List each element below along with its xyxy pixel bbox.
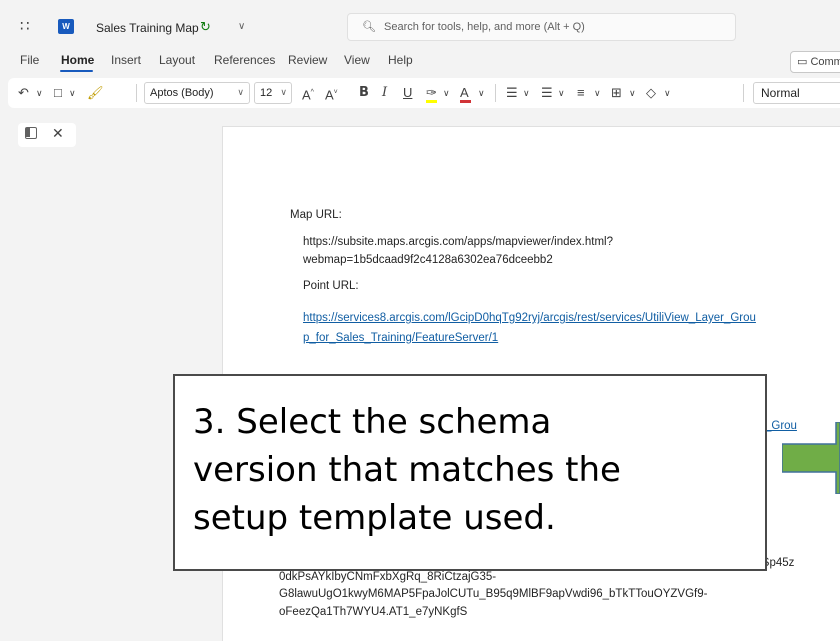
point-url-link-line-2[interactable]: p_for_Sales_Training/FeatureServer/1 bbox=[303, 329, 498, 347]
map-url-line-2: webmap=1b5dcaad9f2c4128a6302ea76dceebb2 bbox=[303, 254, 553, 266]
highlight-dropdown-icon[interactable]: ∨ bbox=[443, 84, 450, 102]
chevron-down-icon[interactable]: ∨ bbox=[238, 21, 245, 32]
close-icon[interactable]: ✕ bbox=[52, 125, 64, 142]
token-line-2: G8lawuUgO1kwyM6MAP5FpaJolCUTu_B95q9MlBF9… bbox=[279, 588, 708, 600]
token-line-3: oFeezQa1Th7WYU4.AT1_e7yNKgfS bbox=[279, 606, 468, 618]
active-tab-indicator bbox=[60, 70, 93, 72]
toolbar-divider bbox=[743, 84, 744, 102]
tab-home[interactable]: Home bbox=[61, 53, 94, 67]
instruction-line-1: 3. Select the schema bbox=[193, 402, 552, 442]
document-title[interactable]: Sales Training Map bbox=[96, 21, 199, 35]
tab-file[interactable]: File bbox=[20, 53, 39, 67]
font-color-icon[interactable]: A bbox=[460, 84, 471, 103]
instruction-line-2: version that matches the bbox=[193, 450, 621, 490]
highlight-color-bar bbox=[426, 100, 437, 103]
arrow-right-icon bbox=[782, 422, 840, 494]
shading-dropdown-icon[interactable]: ∨ bbox=[664, 84, 671, 102]
ribbon-tabs: File Home Insert Layout References Revie… bbox=[0, 48, 840, 72]
comments-button[interactable]: ▭ Comm bbox=[790, 51, 840, 73]
align-icon[interactable]: ≡ bbox=[577, 84, 585, 102]
numbering-dropdown-icon[interactable]: ∨ bbox=[558, 84, 565, 102]
bold-icon[interactable]: B bbox=[359, 84, 369, 102]
point-url-label: Point URL: bbox=[303, 280, 359, 292]
undo-dropdown-icon[interactable]: ∨ bbox=[36, 84, 43, 102]
shading-icon[interactable]: ◇ bbox=[646, 84, 656, 102]
toolbar-divider bbox=[136, 84, 137, 102]
undo-icon[interactable]: ↶ bbox=[18, 84, 29, 102]
search-placeholder: Search for tools, help, and more (Alt + … bbox=[384, 21, 585, 33]
tab-references[interactable]: References bbox=[214, 53, 275, 67]
style-select[interactable]: Normal bbox=[753, 82, 840, 104]
font-name-value: Aptos (Body) bbox=[150, 87, 214, 99]
search-box[interactable]: 🔍︎ Search for tools, help, and more (Alt… bbox=[347, 13, 736, 41]
font-color-bar bbox=[460, 100, 471, 103]
tab-review[interactable]: Review bbox=[288, 53, 327, 67]
grow-font-icon[interactable]: A^ bbox=[302, 84, 314, 104]
tab-insert[interactable]: Insert bbox=[111, 53, 141, 67]
instruction-callout: 3. Select the schema version that matche… bbox=[173, 374, 767, 571]
clipboard-icon[interactable]: □ bbox=[54, 84, 62, 102]
tab-view[interactable]: View bbox=[344, 53, 370, 67]
shrink-font-icon[interactable]: A˅ bbox=[325, 84, 338, 104]
chevron-down-icon: ∨ bbox=[280, 87, 287, 97]
tab-help[interactable]: Help bbox=[388, 53, 413, 67]
numbering-icon[interactable]: ☰ bbox=[541, 84, 553, 102]
search-icon: 🔍︎ bbox=[362, 21, 376, 33]
borders-dropdown-icon[interactable]: ∨ bbox=[629, 84, 636, 102]
point-url-link-line-1[interactable]: https://services8.arcgis.com/lGcipD0hqTg… bbox=[303, 309, 756, 327]
align-dropdown-icon[interactable]: ∨ bbox=[594, 84, 601, 102]
italic-icon[interactable]: I bbox=[382, 84, 387, 102]
word-logo-icon: W bbox=[58, 19, 74, 34]
home-toolbar: ↶ ∨ □ ∨ 🖌︎ Aptos (Body) ∨ 12 ∨ A^ A˅ B I… bbox=[8, 78, 840, 108]
clipboard-dropdown-icon[interactable]: ∨ bbox=[69, 84, 76, 102]
chevron-down-icon: ∨ bbox=[237, 87, 244, 97]
underline-icon[interactable]: U bbox=[403, 84, 412, 102]
font-color-dropdown-icon[interactable]: ∨ bbox=[478, 84, 485, 102]
borders-icon[interactable]: ⊞ bbox=[611, 84, 622, 102]
highlight-icon[interactable]: ✑ bbox=[426, 84, 437, 103]
instruction-line-3: setup template used. bbox=[193, 498, 556, 538]
app-launcher-icon[interactable]: ∷ bbox=[20, 19, 34, 34]
navigation-pane-controls: ✕ bbox=[18, 123, 76, 147]
bullets-dropdown-icon[interactable]: ∨ bbox=[523, 84, 530, 102]
font-size-select[interactable]: 12 ∨ bbox=[254, 82, 292, 104]
tab-layout[interactable]: Layout bbox=[159, 53, 195, 67]
map-url-line-1: https://subsite.maps.arcgis.com/apps/map… bbox=[303, 236, 613, 248]
bullets-icon[interactable]: ☰ bbox=[506, 84, 518, 102]
toolbar-divider bbox=[495, 84, 496, 102]
sync-status-icon[interactable]: ↻ bbox=[200, 19, 211, 35]
font-size-value: 12 bbox=[260, 87, 273, 99]
comments-label: Comm bbox=[810, 56, 840, 68]
font-name-select[interactable]: Aptos (Body) ∨ bbox=[144, 82, 250, 104]
map-url-label: Map URL: bbox=[290, 209, 342, 221]
navigation-pane-icon[interactable] bbox=[25, 127, 37, 139]
format-painter-icon[interactable]: 🖌︎ bbox=[87, 84, 104, 102]
style-value: Normal bbox=[761, 86, 800, 100]
title-bar: ∷ W Sales Training Map ↻ ∨ 🔍︎ Search for… bbox=[0, 0, 840, 42]
